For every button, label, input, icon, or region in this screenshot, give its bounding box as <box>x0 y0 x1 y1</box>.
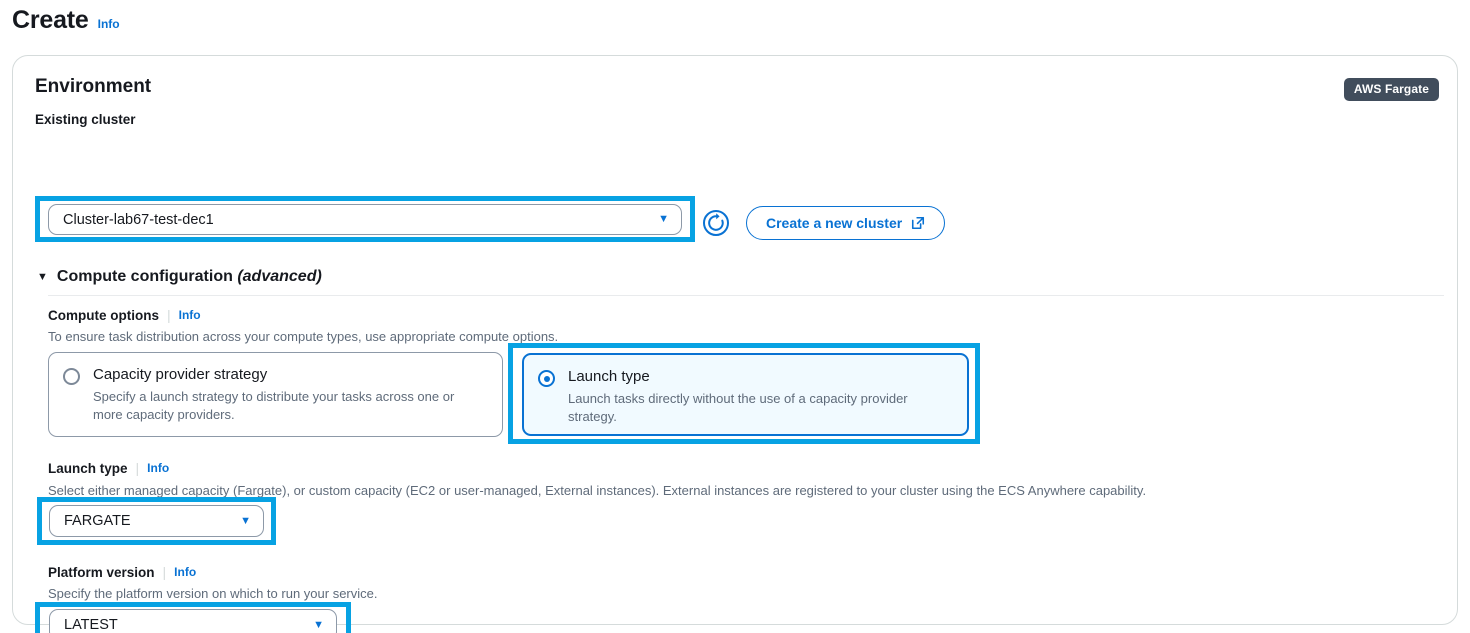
option-card-launch-type[interactable]: Launch type Launch tasks directly withou… <box>522 353 969 436</box>
launch-type-description: Select either managed capacity (Fargate)… <box>48 483 1147 498</box>
page-info-link[interactable]: Info <box>98 17 120 31</box>
launch-type-label-row: Launch type | Info <box>48 460 169 476</box>
compute-configuration-expander[interactable]: ▼ Compute configuration (advanced) <box>37 268 322 286</box>
chevron-down-icon: ▼ <box>37 270 48 283</box>
launch-type-info-link[interactable]: Info <box>147 461 169 475</box>
platform-version-select[interactable]: LATEST ▼ <box>49 609 337 633</box>
platform-version-select-value: LATEST <box>64 617 118 633</box>
option-text-launch-type: Launch type Launch tasks directly withou… <box>568 368 951 424</box>
environment-section-title: Environment <box>35 76 152 97</box>
radio-launch-type[interactable] <box>538 370 555 387</box>
compute-options-label: Compute options <box>48 307 159 323</box>
chevron-down-icon: ▼ <box>240 514 251 527</box>
option-title-capacity-provider-strategy: Capacity provider strategy <box>93 366 268 383</box>
platform-version-label: Platform version <box>48 564 155 580</box>
chevron-down-icon: ▼ <box>313 618 324 631</box>
option-card-capacity-provider-strategy[interactable]: Capacity provider strategy Specify a lau… <box>48 352 503 437</box>
option-description-launch-type: Launch tasks directly without the use of… <box>568 390 908 425</box>
existing-cluster-select-value: Cluster-lab67-test-dec1 <box>63 211 214 228</box>
refresh-icon <box>703 210 729 236</box>
radio-capacity-provider-strategy[interactable] <box>63 368 80 385</box>
chevron-down-icon: ▼ <box>658 213 669 225</box>
platform-version-info-link[interactable]: Info <box>174 565 196 579</box>
label-separator: | <box>135 460 140 476</box>
existing-cluster-label: Existing cluster <box>35 112 136 127</box>
option-title-launch-type: Launch type <box>568 368 650 385</box>
environment-card: Environment AWS Fargate Existing cluster… <box>12 55 1458 633</box>
create-new-cluster-button[interactable]: Create a new cluster <box>746 206 946 240</box>
label-separator: | <box>162 564 167 580</box>
compute-options-info-link[interactable]: Info <box>179 308 201 322</box>
compute-configuration-title-advanced: (advanced) <box>237 268 322 285</box>
compute-options-label-row: Compute options | Info <box>48 307 201 323</box>
launch-type-select-value: FARGATE <box>64 513 131 529</box>
create-service-page: Create Info Environment AWS Fargate Exis… <box>0 0 1470 633</box>
compute-options-description: To ensure task distribution across your … <box>48 329 559 344</box>
platform-version-label-row: Platform version | Info <box>48 564 196 580</box>
launch-type-select[interactable]: FARGATE ▼ <box>49 505 264 537</box>
external-link-icon <box>912 216 925 230</box>
existing-cluster-label-row: Existing cluster <box>35 112 136 127</box>
compute-configuration-title: Compute configuration (advanced) <box>57 268 322 286</box>
refresh-clusters-button[interactable] <box>699 206 733 240</box>
launch-type-label: Launch type <box>48 460 128 476</box>
compute-configuration-title-main: Compute configuration <box>56 268 238 285</box>
existing-cluster-select[interactable]: Cluster-lab67-test-dec1 ▼ <box>48 204 682 235</box>
option-text-capacity-provider-strategy: Capacity provider strategy Specify a lau… <box>93 366 486 423</box>
page-header: Create Info <box>12 6 120 35</box>
page-title: Create <box>12 6 89 34</box>
label-separator: | <box>167 307 171 323</box>
create-new-cluster-label: Create a new cluster <box>766 215 903 231</box>
option-description-capacity-provider-strategy: Specify a launch strategy to distribute … <box>93 388 455 423</box>
section-divider <box>48 295 1444 296</box>
platform-version-description: Specify the platform version on which to… <box>48 586 378 601</box>
aws-fargate-badge: AWS Fargate <box>1343 78 1439 101</box>
